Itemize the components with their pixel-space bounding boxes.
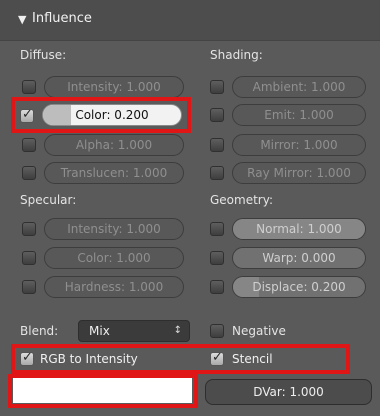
- diffuse-translucency-label: Translucen: 1.000: [60, 166, 168, 180]
- specular-intensity-row: Intensity: 1.000: [0, 218, 190, 240]
- shading-ambient-checkbox[interactable]: [210, 80, 224, 94]
- blend-value: Mix: [89, 324, 110, 338]
- shading-ambient-label: Ambient: 1.000: [252, 80, 346, 94]
- specular-color-field[interactable]: Color: 1.000: [44, 247, 184, 269]
- geometry-displace-row: Displace: 0.200: [190, 276, 380, 298]
- highlight-box-rgb-stencil: [11, 344, 350, 374]
- diffuse-intensity-field[interactable]: Intensity: 1.000: [44, 76, 184, 98]
- shading-emit-row: Emit: 1.000: [190, 104, 380, 126]
- diffuse-translucency-checkbox[interactable]: [22, 166, 36, 180]
- collapse-triangle-icon[interactable]: ▼: [18, 13, 26, 26]
- geometry-normal-field[interactable]: Normal: 1.000: [232, 218, 366, 240]
- specular-section-label: Specular:: [20, 193, 77, 207]
- geometry-warp-row: Warp: 0.000: [190, 247, 380, 269]
- diffuse-translucency-row: Translucen: 1.000: [0, 162, 190, 184]
- blend-select[interactable]: Mix ↕: [78, 320, 190, 342]
- specular-hardness-label: Hardness: 1.000: [64, 280, 164, 294]
- diffuse-intensity-checkbox[interactable]: [22, 80, 36, 94]
- shading-mirror-label: Mirror: 1.000: [260, 138, 338, 152]
- specular-intensity-field[interactable]: Intensity: 1.000: [44, 218, 184, 240]
- panel-header[interactable]: ▼ Influence: [0, 0, 380, 41]
- shading-ray-mirror-field[interactable]: Ray Mirror: 1.000: [232, 162, 366, 184]
- shading-ambient-row: Ambient: 1.000: [190, 76, 380, 98]
- diffuse-alpha-row: Alpha: 1.000: [0, 134, 190, 156]
- shading-ray-mirror-checkbox[interactable]: [210, 166, 224, 180]
- geometry-warp-field[interactable]: Warp: 0.000: [232, 247, 366, 269]
- shading-mirror-field[interactable]: Mirror: 1.000: [232, 134, 366, 156]
- specular-intensity-checkbox[interactable]: [22, 222, 36, 236]
- panel-title: Influence: [32, 11, 92, 26]
- specular-color-label: Color: 1.000: [77, 251, 151, 265]
- shading-ray-mirror-row: Ray Mirror: 1.000: [190, 162, 380, 184]
- shading-mirror-row: Mirror: 1.000: [190, 134, 380, 156]
- negative-label: Negative: [232, 324, 286, 338]
- dvar-label: DVar: 1.000: [253, 385, 324, 399]
- specular-hardness-row: Hardness: 1.000: [0, 276, 190, 298]
- diffuse-intensity-row: Intensity: 1.000: [0, 76, 190, 98]
- influence-panel: ▼ Influence Diffuse: Shading: Intensity:…: [0, 0, 380, 416]
- up-down-arrows-icon: ↕: [173, 325, 182, 336]
- dvar-field[interactable]: DVar: 1.000: [205, 379, 372, 405]
- specular-hardness-checkbox[interactable]: [22, 280, 36, 294]
- diffuse-alpha-label: Alpha: 1.000: [75, 138, 153, 152]
- shading-emit-label: Emit: 1.000: [264, 108, 334, 122]
- highlight-box-diffuse-color: [11, 97, 191, 133]
- diffuse-alpha-field[interactable]: Alpha: 1.000: [44, 134, 184, 156]
- shading-mirror-checkbox[interactable]: [210, 138, 224, 152]
- specular-hardness-field[interactable]: Hardness: 1.000: [44, 276, 184, 298]
- shading-ambient-field[interactable]: Ambient: 1.000: [232, 76, 366, 98]
- negative-checkbox[interactable]: [210, 324, 224, 338]
- geometry-normal-checkbox[interactable]: [210, 222, 224, 236]
- geometry-displace-label: Displace: 0.200: [252, 280, 346, 294]
- blend-label: Blend:: [20, 324, 59, 338]
- geometry-normal-row: Normal: 1.000: [190, 218, 380, 240]
- specular-color-row: Color: 1.000: [0, 247, 190, 269]
- geometry-normal-label: Normal: 1.000: [256, 222, 342, 236]
- diffuse-alpha-checkbox[interactable]: [22, 138, 36, 152]
- geometry-warp-label: Warp: 0.000: [262, 251, 336, 265]
- diffuse-intensity-label: Intensity: 1.000: [67, 80, 161, 94]
- diffuse-section-label: Diffuse:: [20, 48, 67, 62]
- shading-emit-checkbox[interactable]: [210, 108, 224, 122]
- geometry-displace-checkbox[interactable]: [210, 280, 224, 294]
- geometry-section-label: Geometry:: [210, 193, 274, 207]
- shading-ray-mirror-label: Ray Mirror: 1.000: [247, 166, 351, 180]
- geometry-warp-checkbox[interactable]: [210, 251, 224, 265]
- highlight-box-blank-field: [8, 374, 198, 408]
- geometry-displace-field[interactable]: Displace: 0.200: [232, 276, 366, 298]
- diffuse-translucency-field[interactable]: Translucen: 1.000: [44, 162, 184, 184]
- specular-intensity-label: Intensity: 1.000: [67, 222, 161, 236]
- shading-emit-field[interactable]: Emit: 1.000: [232, 104, 366, 126]
- specular-color-checkbox[interactable]: [22, 251, 36, 265]
- shading-section-label: Shading:: [210, 48, 263, 62]
